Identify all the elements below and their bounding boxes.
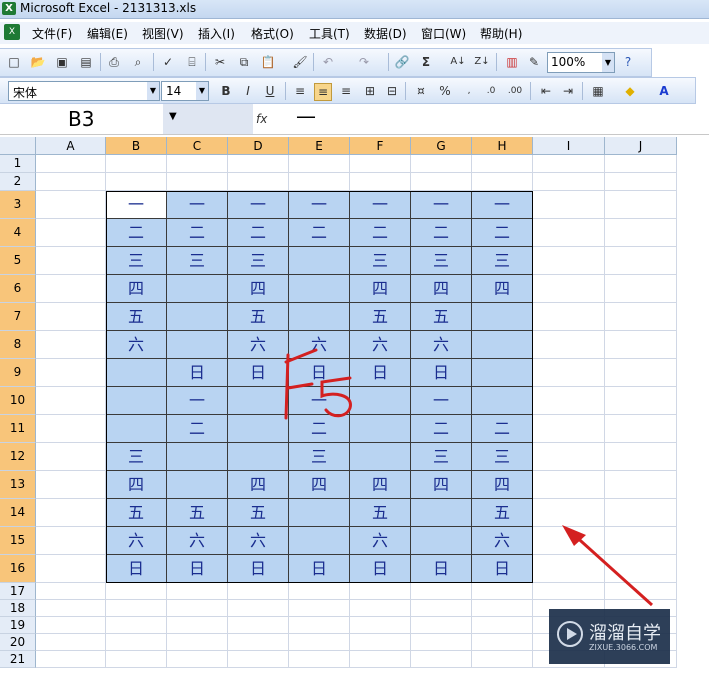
watermark-subtitle: ZIXUE.3066.COM	[589, 643, 658, 652]
annotation-f5-stroke-5	[320, 376, 352, 418]
annotation-overlay	[284, 348, 654, 607]
annotation-f5-stroke-f	[284, 348, 318, 420]
annotation-arrow-line	[570, 531, 654, 607]
play-icon	[557, 621, 583, 647]
watermark-title: 溜溜自学	[589, 623, 661, 644]
watermark-logo: 溜溜自学 ZIXUE.3066.COM	[549, 609, 670, 664]
